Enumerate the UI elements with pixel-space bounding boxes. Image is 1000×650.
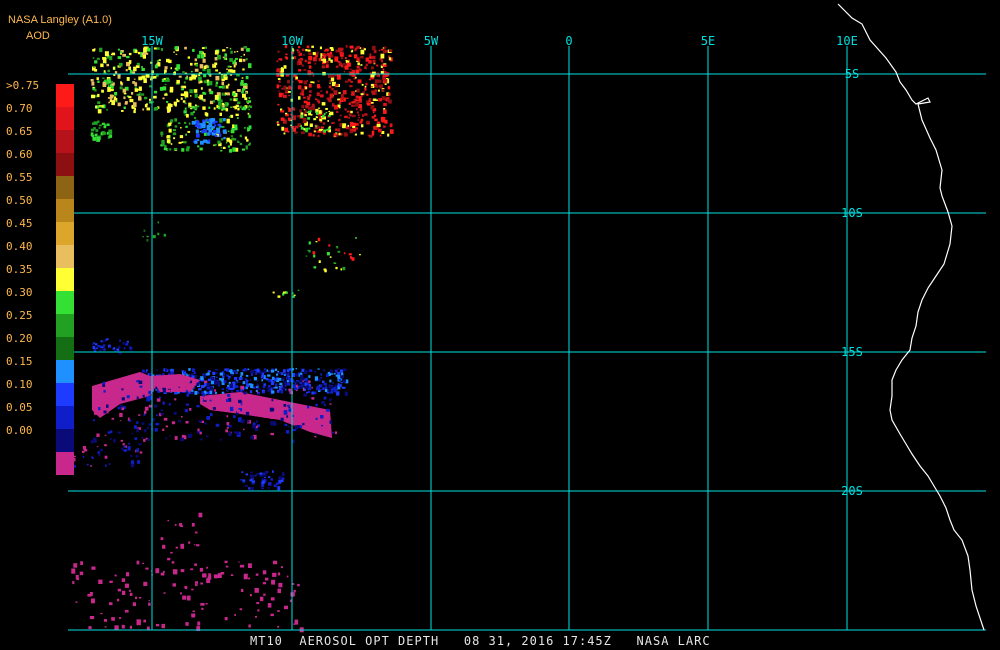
- scale-swatch: [56, 245, 74, 268]
- longitude-label: 0: [565, 34, 572, 48]
- longitude-label: 10E: [836, 34, 858, 48]
- scale-swatch: [56, 268, 74, 291]
- unit-label: AOD: [26, 30, 50, 42]
- scale-label: 0.00: [6, 424, 33, 437]
- longitude-label: 10W: [281, 34, 303, 48]
- latitude-label: 15S: [841, 345, 863, 359]
- scale-swatch: [56, 199, 74, 222]
- scale-swatch: [56, 222, 74, 245]
- scale-label: 0.25: [6, 309, 33, 322]
- footer-caption: MT10 AEROSOL OPT DEPTH 08 31, 2016 17:45…: [250, 634, 711, 648]
- scale-label: 0.65: [6, 125, 33, 138]
- scale-swatch: [56, 452, 74, 475]
- scale-swatch: [56, 107, 74, 130]
- scale-label: 0.70: [6, 102, 33, 115]
- scale-swatch: [56, 383, 74, 406]
- color-scale: [56, 84, 74, 475]
- longitude-label: 15W: [141, 34, 163, 48]
- scale-label: 0.45: [6, 217, 33, 230]
- scale-swatch: [56, 429, 74, 452]
- latitude-label: 20S: [841, 484, 863, 498]
- scale-label: >0.75: [6, 79, 40, 92]
- scale-label: 0.30: [6, 286, 33, 299]
- scale-swatch: [56, 337, 74, 360]
- longitude-label: 5W: [424, 34, 439, 48]
- scale-label: 0.15: [6, 355, 33, 368]
- scale-label: 0.35: [6, 263, 33, 276]
- scale-swatch: [56, 130, 74, 153]
- scale-label: 0.10: [6, 378, 33, 391]
- scale-swatch: [56, 153, 74, 176]
- scale-label: 0.55: [6, 171, 33, 184]
- scale-swatch: [56, 84, 74, 107]
- scale-swatch: [56, 360, 74, 383]
- scale-label: 0.50: [6, 194, 33, 207]
- scale-label: 0.60: [6, 148, 33, 161]
- scale-swatch: [56, 406, 74, 429]
- latitude-label: 10S: [841, 206, 863, 220]
- product-title: NASA Langley (A1.0): [8, 14, 112, 26]
- scale-swatch: [56, 314, 74, 337]
- scale-label: 0.40: [6, 240, 33, 253]
- aod-map: 15W 10W 5W 0 5E 10E 5S 10S 15S 20S: [0, 0, 1000, 650]
- scale-swatch: [56, 291, 74, 314]
- latitude-label: 5S: [845, 67, 859, 81]
- scale-label: 0.20: [6, 332, 33, 345]
- scale-label: 0.05: [6, 401, 33, 414]
- scale-swatch: [56, 176, 74, 199]
- longitude-label: 5E: [701, 34, 715, 48]
